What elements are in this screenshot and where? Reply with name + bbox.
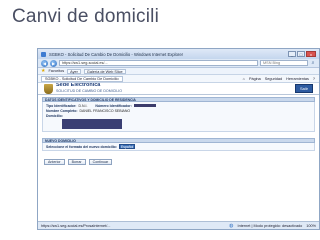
status-url: https://sw1.seg-social.es/ProsaInternet/…: [41, 223, 111, 228]
nombre-value: DANIEL FRANCISCO SEBIANO: [79, 108, 131, 113]
domicilio-label: Domicilio:: [46, 113, 63, 118]
star-icon: ★: [41, 68, 46, 74]
numero-id-label: Número Identificador:: [95, 103, 132, 108]
format-select[interactable]: Español: [119, 144, 135, 149]
address-bar: ◀ ▶ https://sw1.seg-social.es/... MSN Bi…: [38, 59, 319, 68]
section-new-address: Seleccione el formato del nuevo domicili…: [42, 143, 315, 151]
address-input[interactable]: https://sw1.seg-social.es/...: [59, 60, 258, 66]
format-prompt-label: Seleccione el formato del nuevo domicili…: [46, 144, 117, 149]
help-icon[interactable]: ?: [312, 77, 316, 81]
tipo-id-value: D.N.I.: [78, 103, 88, 108]
site-header: Sede Electrónica SOLICITUD DE CAMBIO DE …: [38, 83, 319, 95]
tipo-id-label: Tipo Identificador:: [46, 103, 77, 108]
brand-subtitle: SOLICITUD DE CAMBIO DE DOMICILIO: [56, 88, 123, 93]
back-arrow-icon[interactable]: ◀: [41, 59, 48, 67]
maximize-button[interactable]: □: [297, 51, 305, 57]
ie-icon: [41, 51, 46, 57]
form-actions: Anterior Borrar Continuar: [44, 159, 315, 165]
coat-of-arms-icon: [44, 83, 53, 94]
redacted-id-value: [133, 103, 156, 108]
nombre-label: Nombre Completo:: [46, 108, 78, 113]
forward-arrow-icon[interactable]: ▶: [50, 59, 57, 67]
favorites-label[interactable]: Favoritos: [48, 69, 64, 73]
exit-button[interactable]: Salir: [294, 84, 313, 93]
clear-button[interactable]: Borrar: [67, 159, 86, 165]
fav-item-webslice[interactable]: Galería de Web Slice: [83, 68, 126, 74]
close-button[interactable]: x: [306, 51, 316, 57]
home-icon[interactable]: ⌂: [242, 77, 246, 81]
back-button[interactable]: Anterior: [44, 159, 65, 165]
command-bar: SGBKO - Solicitud De Cambio De Domicilio…: [38, 75, 319, 83]
search-input[interactable]: MSN Bing: [260, 60, 308, 66]
continue-button[interactable]: Continuar: [88, 159, 113, 165]
section-identification: Tipo Identificador: D.N.I. Número Identi…: [42, 102, 315, 132]
fav-item-ayer[interactable]: Ayer: [67, 68, 81, 74]
browser-window: SGBKO - Solicitud De Cambio De Domicilio…: [37, 48, 320, 230]
redacted-address: [62, 119, 122, 129]
page-content: Sede Electrónica SOLICITUD DE CAMBIO DE …: [38, 83, 319, 221]
window-title: SGBKO - Solicitud De Cambio De Domicilio…: [49, 51, 184, 57]
menu-herramientas[interactable]: Herramientas: [285, 77, 310, 81]
window-titlebar: SGBKO - Solicitud De Cambio De Domicilio…: [38, 49, 319, 59]
menu-seguridad[interactable]: Seguridad: [264, 77, 283, 81]
status-bar: https://sw1.seg-social.es/ProsaInternet/…: [38, 221, 319, 229]
favorites-bar: ★ Favoritos Ayer Galería de Web Slice: [38, 68, 319, 75]
search-icon[interactable]: ⌕: [310, 60, 316, 66]
globe-icon: ◍: [229, 222, 234, 229]
status-zone: Internet | Modo protegido: desactivado: [237, 223, 303, 228]
slide-title: Canvi de domicili: [12, 6, 160, 27]
browser-tab[interactable]: SGBKO - Solicitud De Cambio De Domicilio: [41, 75, 123, 82]
minimize-button[interactable]: _: [288, 51, 296, 57]
menu-pagina[interactable]: Página: [248, 77, 262, 81]
zoom-level[interactable]: 100%: [306, 224, 316, 228]
